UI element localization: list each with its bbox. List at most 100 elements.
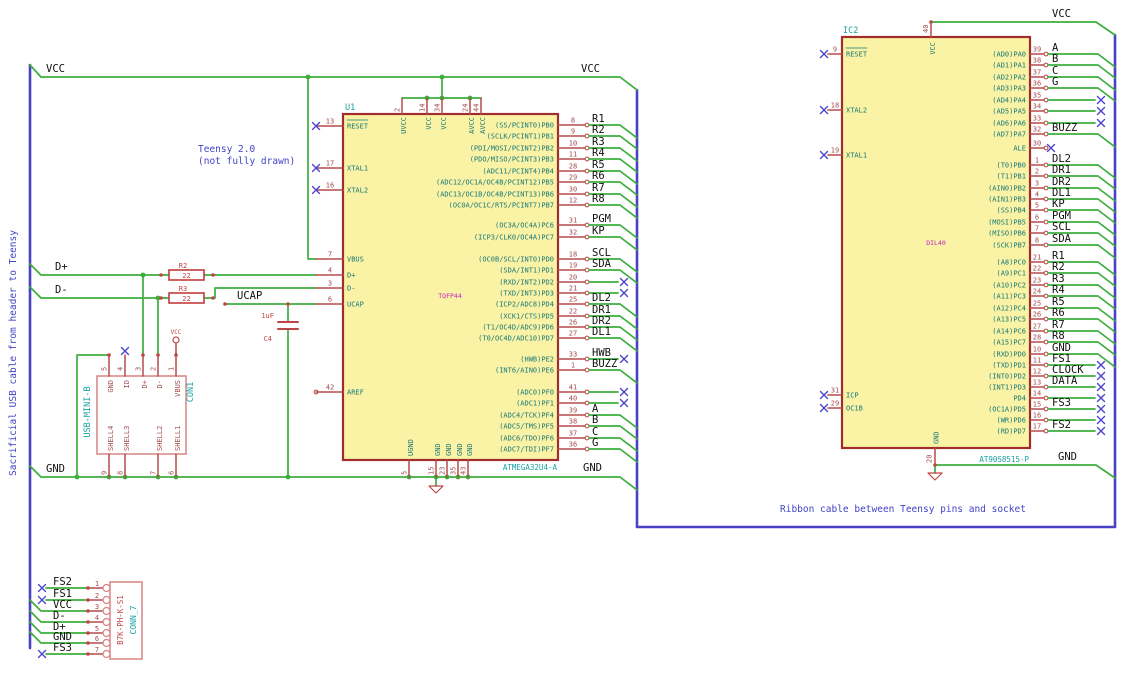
net-label[interactable]: R4 — [1052, 284, 1065, 296]
net-label[interactable]: VCC — [581, 63, 600, 75]
resistor-ref[interactable]: R2 — [179, 262, 187, 270]
pin-number[interactable]: 5 — [95, 625, 99, 633]
pin-number[interactable]: 22 — [1033, 265, 1041, 273]
pin-number[interactable]: 21 — [1033, 254, 1041, 262]
pin-number[interactable]: 6 — [328, 296, 332, 304]
net-label[interactable]: D+ — [55, 261, 68, 273]
net-label[interactable]: UCAP — [237, 290, 262, 302]
pin-number[interactable]: 1 — [1035, 157, 1039, 165]
pin-number[interactable]: 40 — [569, 395, 577, 403]
pin-name[interactable]: GND — [933, 431, 941, 444]
net-label[interactable]: KP — [1052, 198, 1065, 210]
pin-name[interactable]: (ADC1)PF1 — [516, 400, 554, 408]
pin-number[interactable]: 17 — [1033, 423, 1041, 431]
pin-name[interactable]: (A14)PC6 — [992, 328, 1026, 336]
u1-value[interactable]: ATMEGA32U4-A — [503, 463, 558, 472]
pin-number[interactable]: 24 — [1033, 288, 1041, 296]
pin-name[interactable]: (RXD)PD0 — [992, 351, 1026, 359]
pin-number[interactable]: 1 — [168, 367, 176, 371]
pin-number[interactable]: 8 — [1035, 237, 1039, 245]
pin-number[interactable]: 7 — [150, 471, 158, 475]
net-label[interactable]: PGM — [592, 213, 611, 225]
pin-number[interactable]: 2 — [95, 592, 99, 600]
pin-number[interactable]: 38 — [569, 418, 577, 426]
net-label[interactable]: B — [592, 414, 598, 426]
pin-number[interactable]: 14 — [419, 104, 427, 112]
pin-name[interactable]: (AD6)PA6 — [992, 120, 1026, 128]
pin-number[interactable]: 7 — [1035, 225, 1039, 233]
pin-name[interactable]: (A15)PC7 — [992, 339, 1026, 347]
pin-name[interactable]: (MOSI)PB5 — [988, 219, 1026, 227]
pin-name[interactable]: VCC — [425, 117, 433, 130]
pin-name[interactable]: VBUS — [347, 256, 364, 264]
pin-number[interactable]: 30 — [569, 186, 577, 194]
pin-number[interactable]: 32 — [1033, 126, 1041, 134]
pin-name[interactable]: (SCK)PB7 — [992, 242, 1026, 250]
pin-name[interactable]: GND — [445, 443, 453, 456]
pin-number[interactable]: 1 — [95, 580, 99, 588]
pin-number[interactable]: 31 — [569, 217, 577, 225]
pin-name[interactable]: (A12)PC4 — [992, 305, 1026, 313]
net-label[interactable]: SDA — [592, 258, 612, 270]
pin-number[interactable]: 17 — [326, 160, 334, 168]
pin-number[interactable]: 40 — [922, 25, 930, 33]
pin-number[interactable]: 3 — [95, 603, 99, 611]
pin-name[interactable]: SHELL1 — [174, 426, 182, 451]
pin-number[interactable]: 26 — [569, 319, 577, 327]
conn7-value[interactable]: B7K-PH-K-S1 — [116, 595, 125, 645]
pin-number[interactable]: 13 — [1033, 379, 1041, 387]
pin-name[interactable]: (INT6/AIN0)PE6 — [495, 367, 554, 375]
net-wire[interactable] — [588, 369, 638, 384]
pin-name[interactable]: (ADC13/OC1B/OC4B/PCINT13)PB6 — [436, 191, 554, 199]
pin-number[interactable]: 26 — [1033, 311, 1041, 319]
pin-number[interactable]: 28 — [569, 163, 577, 171]
pin-name[interactable]: (A11)PC3 — [992, 293, 1026, 301]
pin-name[interactable]: (OC0A/OC1C/RTS/PCINT7)PB7 — [449, 202, 554, 210]
pin-name[interactable]: (SS/PCINT0)PB0 — [495, 122, 554, 130]
pin-name[interactable]: (AIN1)PB3 — [988, 196, 1026, 204]
pin-name[interactable]: (AD3)PA3 — [992, 85, 1026, 93]
pin-number[interactable]: 1 — [571, 362, 575, 370]
pin-number[interactable]: 19 — [569, 262, 577, 270]
pin-name[interactable]: (ICP2/ADC8)PD4 — [495, 301, 554, 309]
pin-name[interactable]: PD4 — [1013, 395, 1026, 403]
pin-name[interactable]: (WR)PD6 — [996, 417, 1026, 425]
pin-number[interactable]: 43 — [460, 467, 468, 475]
pin-number[interactable]: 20 — [569, 274, 577, 282]
net-label[interactable]: R2 — [1052, 261, 1065, 273]
net-label[interactable]: FS2 — [1052, 419, 1071, 431]
net-label[interactable]: D- — [55, 284, 68, 296]
pin-number[interactable]: 24 — [462, 104, 470, 112]
conn7-pad[interactable] — [102, 628, 111, 638]
net-wire[interactable] — [588, 269, 638, 284]
pin-name[interactable]: (A9)PC1 — [996, 270, 1026, 278]
net-wire[interactable] — [588, 448, 638, 463]
pin-number[interactable]: 18 — [831, 102, 839, 110]
net-label[interactable]: R6 — [1052, 307, 1065, 319]
pin-name[interactable]: XTAL1 — [846, 152, 867, 160]
u1-ref[interactable]: U1 — [345, 103, 355, 113]
pin-number[interactable]: 29 — [831, 400, 839, 408]
pin-number[interactable]: 3 — [1035, 180, 1039, 188]
pin-number[interactable]: 33 — [1033, 115, 1041, 123]
pin-name[interactable]: (TXD/INT3)PD3 — [499, 290, 554, 298]
net-label[interactable]: DL2 — [592, 292, 611, 304]
net-wire[interactable] — [1047, 133, 1116, 148]
pin-name[interactable]: (OC1A)PD5 — [988, 406, 1026, 414]
pin-number[interactable]: 3 — [328, 280, 332, 288]
side-note[interactable]: Sacrificial USB cable from header to Tee… — [8, 230, 19, 476]
pin-name[interactable]: GND — [456, 443, 464, 456]
pin-number[interactable]: 9 — [101, 471, 109, 475]
pin-name[interactable]: AREF — [347, 389, 364, 397]
ic2-value[interactable]: AT90S8515-P — [979, 455, 1029, 464]
pin-name[interactable]: VCC — [929, 42, 937, 55]
pin-name[interactable]: D- — [347, 285, 355, 293]
pin-number[interactable]: 36 — [1033, 80, 1041, 88]
dminus-wire[interactable] — [29, 286, 170, 299]
pin-name[interactable]: (AD5)PA5 — [992, 108, 1026, 116]
pin-number[interactable]: 41 — [569, 384, 577, 392]
pin-name[interactable]: UVCC — [400, 117, 408, 134]
pin-number[interactable]: 10 — [1033, 346, 1041, 354]
pin-name[interactable]: XTAL1 — [347, 165, 368, 173]
pin-number[interactable]: 4 — [1035, 191, 1039, 199]
